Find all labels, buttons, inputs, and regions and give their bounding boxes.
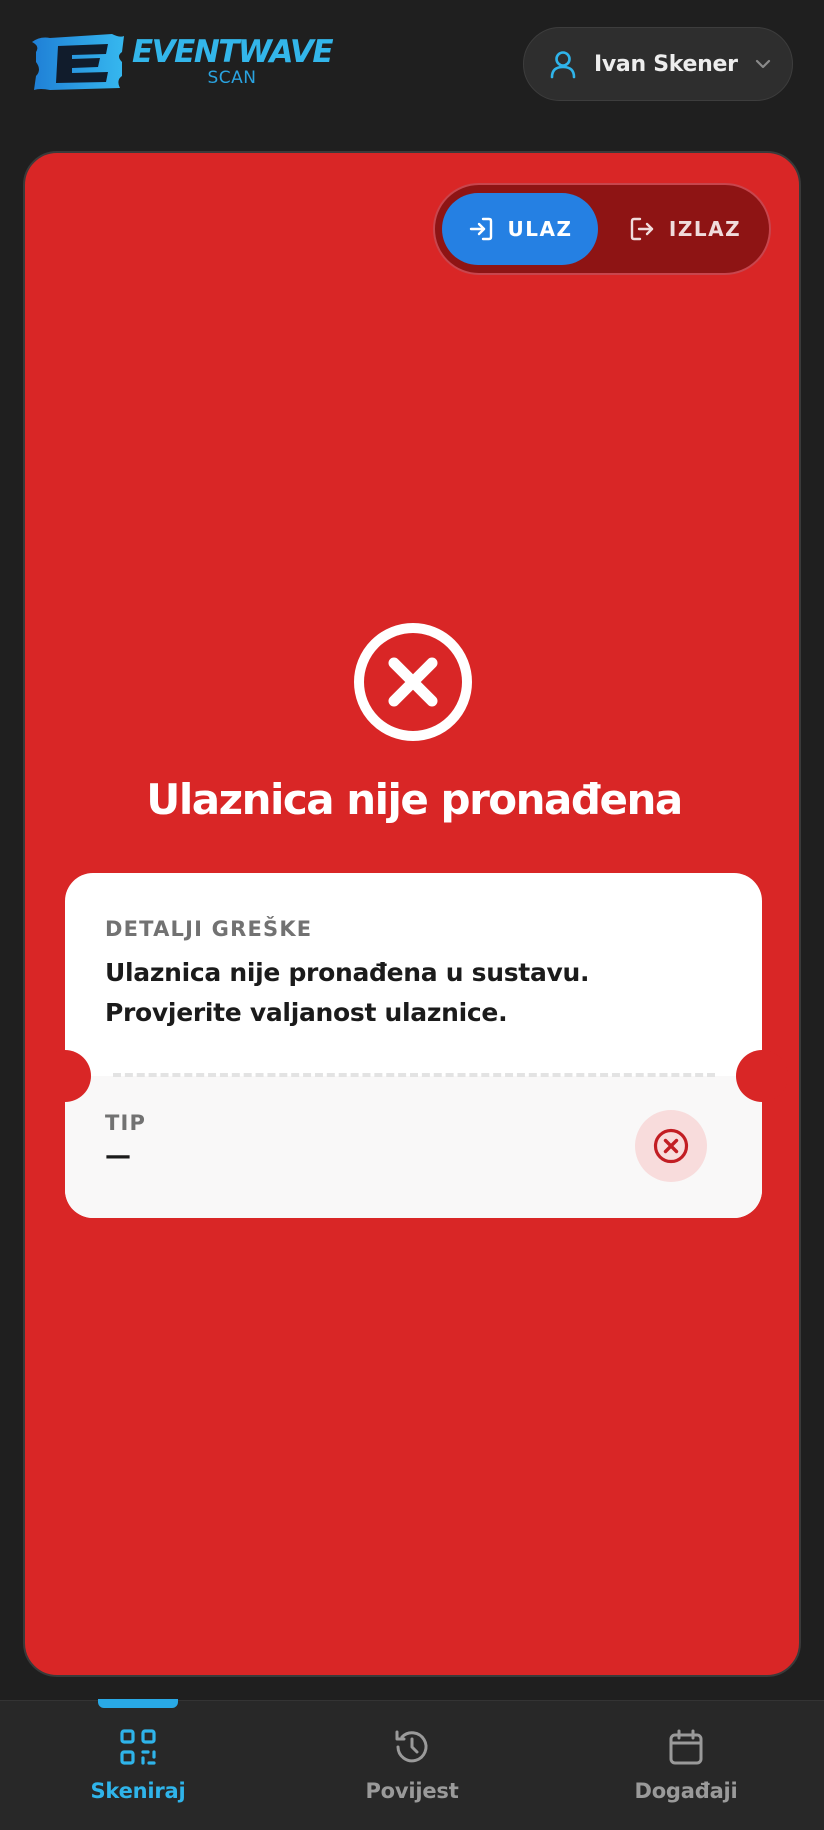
error-details-label: DETALJI GREŠKE [105,917,313,941]
app-header: EVENTWAVE SCAN Ivan Skener [0,0,824,130]
entry-mode-label: ULAZ [507,217,573,241]
nav-tab-scan[interactable]: Skeniraj [48,1727,228,1817]
error-badge [635,1110,707,1182]
bottom-navigation: Skeniraj Povijest Događaji [0,1699,824,1830]
error-small-icon [653,1128,689,1164]
user-name: Ivan Skener [594,51,738,77]
error-details-ticket: DETALJI GREŠKE Ulaznica nije pronađena u… [39,873,788,1218]
error-circle-icon [354,623,472,741]
ticket-notch-left [39,1050,91,1102]
logo-name: EVENTWAVE [132,34,334,70]
exit-mode-button[interactable]: IZLAZ [610,193,760,265]
entry-exit-toggle: ULAZ IZLAZ [433,183,771,275]
nav-tab-events-label: Događaji [634,1779,738,1803]
calendar-icon [669,1729,703,1765]
nav-tab-events[interactable]: Događaji [596,1727,776,1817]
ticket-type-label: TIP [105,1111,147,1135]
user-icon [548,49,578,79]
logout-icon [630,217,654,241]
logo-subtitle: SCAN [207,68,257,88]
ticket-divider [113,1073,715,1077]
app-root: EVENTWAVE SCAN Ivan Skener ULAZ IZLAZ Ul… [0,0,824,1830]
user-menu-button[interactable]: Ivan Skener [523,27,793,101]
entry-mode-button[interactable]: ULAZ [442,193,598,265]
chevron-down-icon [755,59,770,69]
history-icon [395,1730,428,1763]
qr-scan-icon [120,1729,156,1765]
logo-text: EVENTWAVE SCAN [132,34,334,88]
error-details-text: Ulaznica nije pronađena u sustavu. Provj… [105,958,590,1027]
nav-tab-history[interactable]: Povijest [322,1727,502,1817]
logo-icon [32,34,124,90]
ticket-notch-right [736,1050,788,1102]
active-tab-indicator [98,1699,178,1708]
login-icon [469,217,492,241]
nav-tab-scan-label: Skeniraj [90,1779,186,1803]
nav-tab-history-label: Povijest [365,1779,459,1803]
ticket-type-value: — [105,1141,131,1171]
app-logo: EVENTWAVE SCAN [30,32,334,92]
scan-result-card: ULAZ IZLAZ Ulaznica nije pronađena DETAL… [23,151,801,1677]
result-title: Ulaznica nije pronađena [146,775,683,824]
exit-mode-label: IZLAZ [668,217,742,241]
